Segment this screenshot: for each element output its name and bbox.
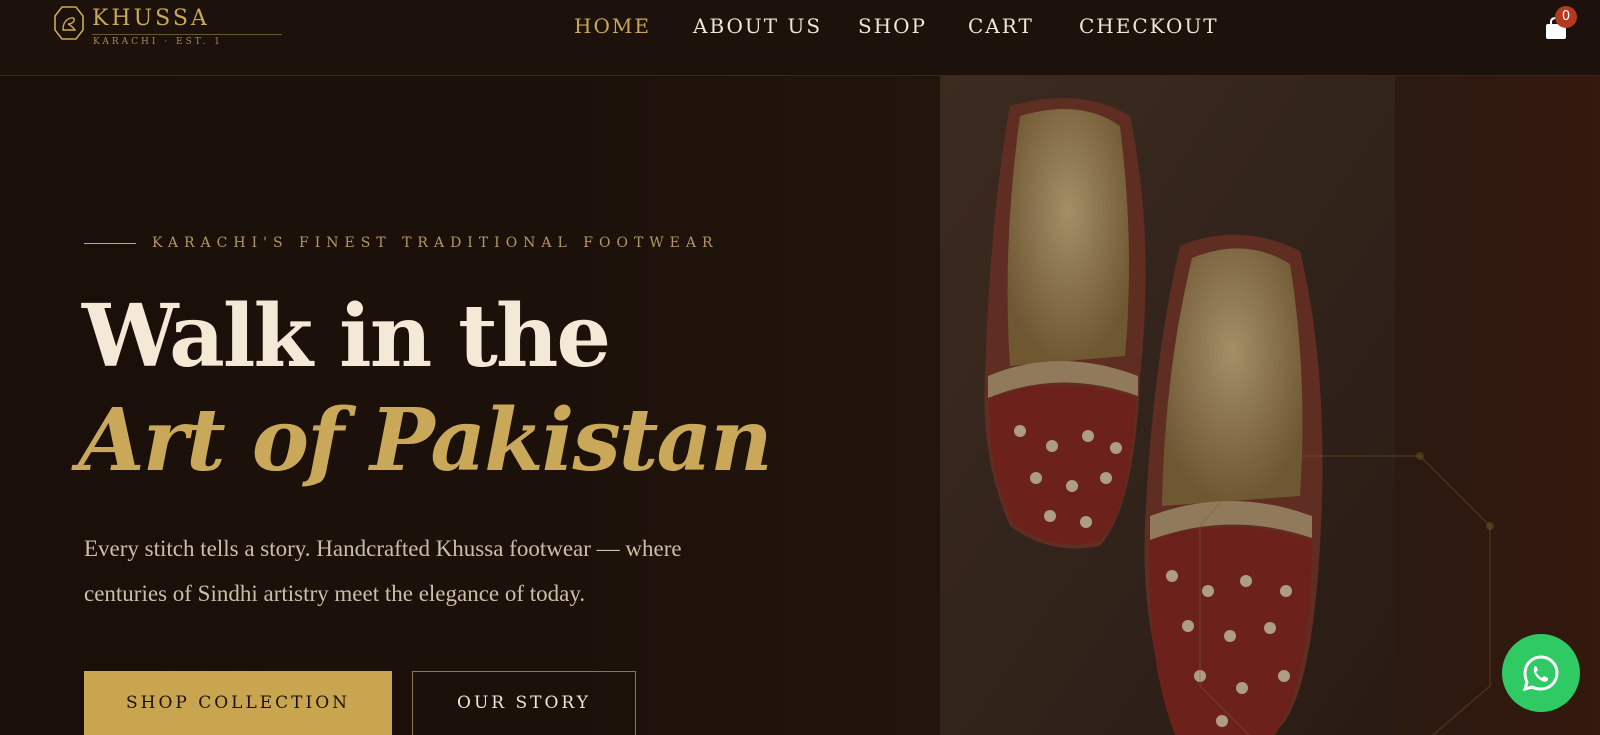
our-story-button[interactable]: OUR STORY	[412, 671, 636, 735]
nav-cart[interactable]: CART	[968, 14, 1034, 38]
nav-about-us[interactable]: ABOUT US	[693, 14, 822, 38]
hero-headline-line2: Art of Pakistan	[78, 390, 773, 491]
hero-description: Every stitch tells a story. Handcrafted …	[84, 536, 682, 606]
nav-checkout[interactable]: CHECKOUT	[1079, 14, 1219, 38]
eyebrow-divider	[84, 243, 136, 244]
decorative-octagon-pattern	[1199, 452, 1494, 735]
whatsapp-chat-button[interactable]	[1502, 634, 1580, 712]
nav-home[interactable]: HOME	[574, 14, 651, 38]
hero-eyebrow: KARACHI'S FINEST TRADITIONAL FOOTWEAR	[152, 235, 719, 251]
nav-shop[interactable]: SHOP	[858, 14, 927, 38]
cart-count-badge: 0	[1555, 6, 1577, 28]
main-nav: HOME ABOUT US SHOP CART CHECKOUT	[0, 14, 1600, 44]
whatsapp-icon	[1522, 655, 1559, 692]
site-header: KHUSSA KARACHI · EST. 1 HOME ABOUT US SH…	[0, 0, 1600, 76]
shop-collection-button[interactable]: SHOP COLLECTION	[84, 671, 392, 735]
hero-headline-line1: Walk in the	[82, 286, 611, 387]
